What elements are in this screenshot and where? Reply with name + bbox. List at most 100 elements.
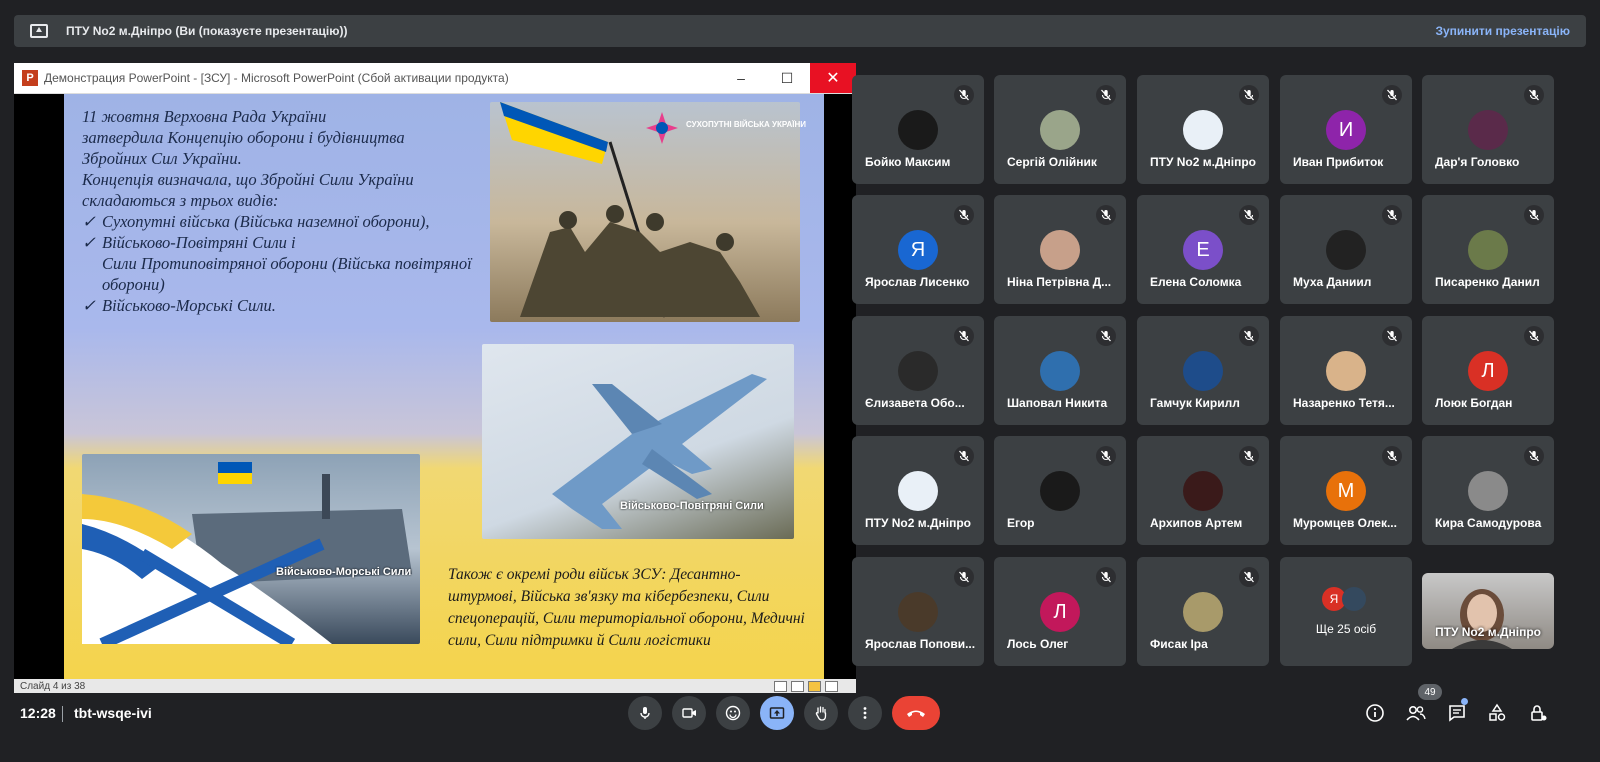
avatar [1468,471,1508,511]
slide-line: затвердила Концепцію оборони і будівницт… [82,128,405,147]
slide-bottom-text: Також є окремі роди військ ЗСУ: Десантно… [448,566,805,649]
activities-button[interactable] [1484,700,1510,726]
participant-name: Егор [1007,516,1035,530]
powerpoint-window: P Демонстрация PowerPoint - [ЗСУ] - Micr… [14,63,856,693]
powerpoint-titlebar: P Демонстрация PowerPoint - [ЗСУ] - Micr… [14,63,856,94]
minimize-button[interactable]: – [718,63,764,93]
people-button[interactable] [1403,700,1429,726]
participant-tile[interactable]: Писаренко Данил [1422,195,1554,304]
avatar: Е [1183,230,1223,270]
participant-tile[interactable]: Кира Самодурова [1422,436,1554,545]
participant-name: Єлизавета Обо... [865,396,965,410]
stop-presenting-button[interactable]: Зупинити презентацію [1435,24,1570,38]
self-video-tile[interactable]: ПТУ No2 м.Дніпро [1422,573,1554,649]
avatar [1326,351,1366,391]
avatar [1183,110,1223,150]
participant-tile[interactable]: ПТУ No2 м.Дніпро [1137,75,1269,184]
hand-icon [815,706,827,721]
raise-hand-button[interactable] [804,696,838,730]
mic-off-icon [1382,326,1402,346]
participant-tile[interactable]: Архипов Артем [1137,436,1269,545]
present-now-button[interactable] [760,696,794,730]
more-vert-icon [863,707,867,719]
participant-name: Елена Соломка [1150,275,1242,289]
slide-line: Концепція визначала, що Збройні Сили Укр… [82,170,414,189]
window-title: Демонстрация PowerPoint - [ЗСУ] - Micros… [44,71,509,85]
mic-off-icon [1524,85,1544,105]
close-button[interactable]: ✕ [810,63,856,93]
microphone-button[interactable] [628,696,662,730]
participant-tile[interactable]: Л Лось Олег [994,557,1126,666]
divider [62,706,63,722]
emoji-icon [725,705,741,721]
participant-name: Архипов Артем [1150,516,1243,530]
participant-name: Ярослав Попови... [865,637,976,651]
more-participants-tile[interactable]: Я Ще 25 осіб [1280,557,1412,666]
mic-off-icon [1524,446,1544,466]
participant-name: Фисак Іра [1150,637,1208,651]
mic-off-icon [1382,85,1402,105]
mic-off-icon [1096,205,1116,225]
navy-caption: Військово-Морські Сили [276,566,412,578]
avatar [1326,230,1366,270]
participant-name: Назаренко Тетя... [1293,396,1395,410]
participant-name: Дар'я Головко [1435,155,1520,169]
participant-tile[interactable]: Шаповал Никита [994,316,1126,425]
slide-area[interactable]: 11 жовтня Верховна Рада України затверди… [14,94,856,679]
participant-tile[interactable]: Л Лоюк Богдан [1422,316,1554,425]
mic-off-icon [954,326,974,346]
slide-line: Збройних Сил України. [82,149,242,168]
participant-name: Лось Олег [1007,637,1069,651]
mic-off-icon [1096,567,1116,587]
participant-tile[interactable]: Бойко Максим [852,75,984,184]
participant-name: Ярослав Лисенко [865,275,970,289]
participant-tile[interactable]: Єлизавета Обо... [852,316,984,425]
avatar: Я [898,230,938,270]
slide-line: 11 жовтня Верховна Рада України [82,107,327,126]
checkmark-icon: ✓ [82,296,96,315]
participant-tile[interactable]: Назаренко Тетя... [1280,316,1412,425]
participant-name: ПТУ No2 м.Дніпро [865,516,972,530]
powerpoint-logo-icon: P [22,70,38,86]
mic-off-icon [1096,326,1116,346]
participant-name: Иван Прибиток [1293,155,1384,169]
leave-call-button[interactable] [892,696,940,730]
avatar [1468,230,1508,270]
host-controls-button[interactable] [1525,700,1551,726]
participant-tile[interactable]: Е Елена Соломка [1137,195,1269,304]
meeting-details-button[interactable] [1362,700,1388,726]
mic-off-icon [1239,205,1259,225]
microphone-icon [640,707,650,719]
participant-tile[interactable]: Муха Даниил [1280,195,1412,304]
participant-tile[interactable]: Дар'я Головко [1422,75,1554,184]
avatar: Л [1468,351,1508,391]
mic-off-icon [954,205,974,225]
avatar [1468,110,1508,150]
meeting-clock: 12:28 [20,705,56,721]
more-options-button[interactable] [848,696,882,730]
camera-button[interactable] [672,696,706,730]
participant-tile[interactable]: Я Ярослав Лисенко [852,195,984,304]
participant-tile[interactable]: И Иван Прибиток [1280,75,1412,184]
participant-tile[interactable]: М Муромцев Олек... [1280,436,1412,545]
activities-icon [1489,703,1506,721]
maximize-button[interactable]: ☐ [764,63,810,93]
participant-tile[interactable]: Ярослав Попови... [852,557,984,666]
meeting-code: tbt-wsqe-ivi [74,705,152,721]
participant-name: Шаповал Никита [1007,396,1108,410]
participant-tile[interactable]: Фисак Іра [1137,557,1269,666]
participant-name: ПТУ No2 м.Дніпро [1435,625,1542,639]
more-participants-label: Ще 25 осіб [1315,622,1377,636]
avatar: М [1326,471,1366,511]
ground-forces-emblem-text: СУХОПУТНІ ВІЙСЬКА УКРАЇНИ [686,120,806,129]
slide: 11 жовтня Верховна Рада України затверди… [64,94,824,679]
participant-tile[interactable]: ПТУ No2 м.Дніпро [852,436,984,545]
lock-person-icon [1531,705,1547,721]
emoji-reaction-button[interactable] [716,696,750,730]
participant-tile[interactable]: Гамчук Кирилл [1137,316,1269,425]
participant-tile[interactable]: Ніна Петрівна Д... [994,195,1126,304]
slide-bullet: ✓ Військово-Морські Сили. [82,296,276,315]
mic-off-icon [954,85,974,105]
participant-tile[interactable]: Егор [994,436,1126,545]
participant-tile[interactable]: Сергій Олійник [994,75,1126,184]
